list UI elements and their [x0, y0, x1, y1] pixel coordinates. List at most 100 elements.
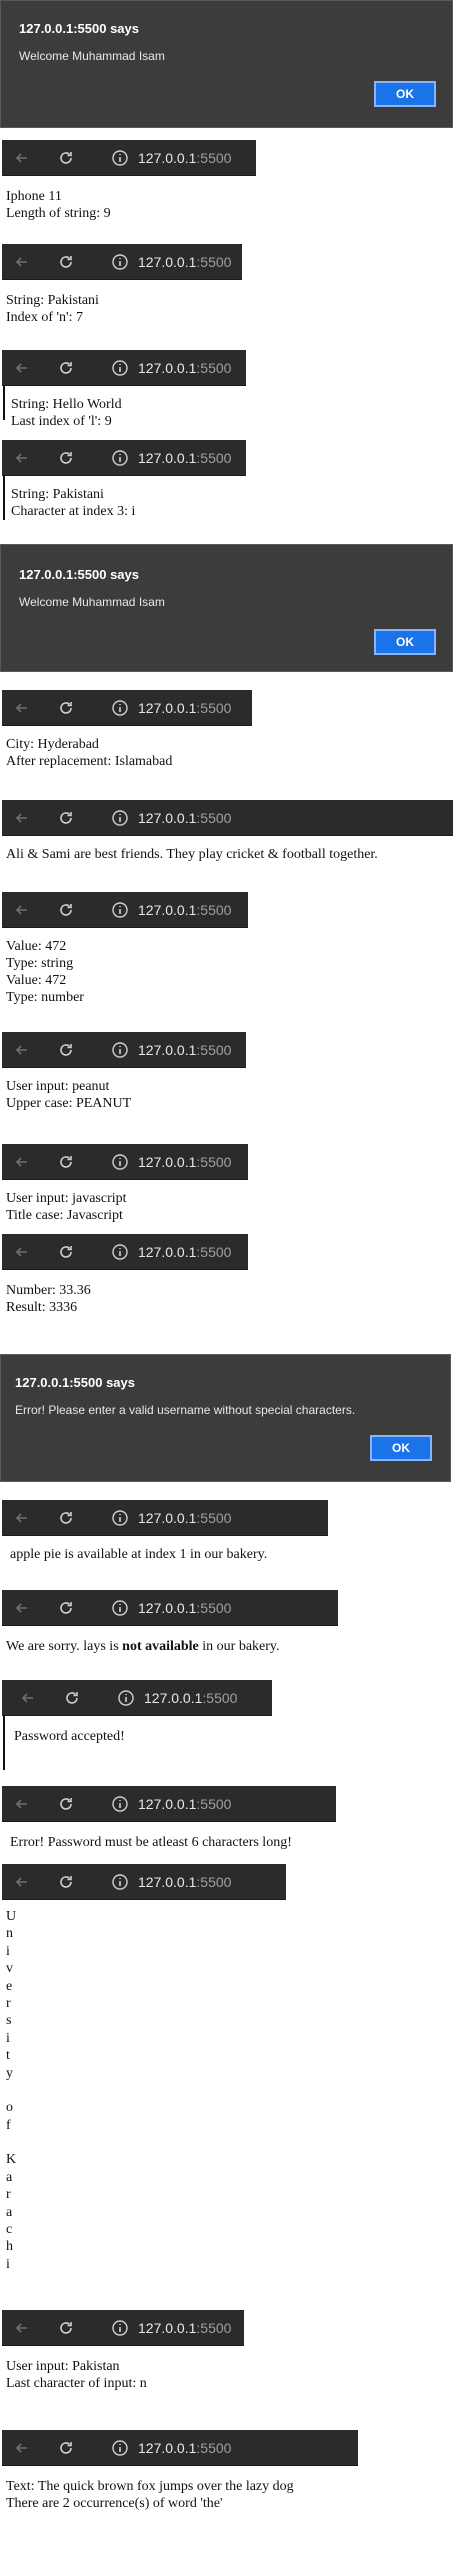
output-line: String: Pakistani [11, 487, 104, 502]
address-bar[interactable]: 127.0.0.1:5500 [138, 810, 231, 826]
address-bar[interactable]: 127.0.0.1:5500 [138, 700, 231, 716]
back-arrow-icon[interactable] [12, 1242, 32, 1262]
address-bar[interactable]: 127.0.0.1:5500 [138, 902, 231, 918]
output-text: We are sorry. lays is not available in o… [6, 1638, 280, 1655]
url-host: 127.0.0.1 [138, 2320, 197, 2336]
address-bar[interactable]: 127.0.0.1:5500 [138, 254, 231, 270]
character: h [6, 2239, 13, 2255]
site-info-icon[interactable] [110, 808, 130, 828]
back-arrow-icon[interactable] [12, 1508, 32, 1528]
site-info-icon[interactable] [110, 148, 130, 168]
address-bar[interactable]: 127.0.0.1:5500 [138, 2440, 231, 2456]
browser-toolbar: 127.0.0.1:5500 [2, 1032, 246, 1068]
back-arrow-icon[interactable] [12, 148, 32, 168]
site-info-icon[interactable] [116, 1688, 136, 1708]
ok-button[interactable]: OK [374, 81, 436, 107]
not-available-emphasis: not available [122, 1639, 199, 1654]
browser-toolbar: 127.0.0.1:5500 [2, 1786, 336, 1822]
reload-icon[interactable] [56, 2318, 76, 2338]
output-text: apple pie is available at index 1 in our… [10, 1546, 267, 1563]
back-arrow-icon[interactable] [12, 698, 32, 718]
reload-icon[interactable] [56, 1794, 76, 1814]
site-info-icon[interactable] [110, 1794, 130, 1814]
back-arrow-icon[interactable] [12, 1598, 32, 1618]
ok-button[interactable]: OK [374, 629, 436, 655]
reload-icon[interactable] [56, 1040, 76, 1060]
reload-icon[interactable] [56, 1242, 76, 1262]
output-line: Character at index 3: i [11, 504, 136, 519]
output-line: User input: javascript [6, 1191, 127, 1206]
site-info-icon[interactable] [110, 1508, 130, 1528]
reload-icon[interactable] [56, 358, 76, 378]
site-info-icon[interactable] [110, 1152, 130, 1172]
address-bar[interactable]: 127.0.0.1:5500 [138, 1874, 231, 1890]
reload-icon[interactable] [56, 900, 76, 920]
reload-icon[interactable] [56, 1152, 76, 1172]
back-arrow-icon[interactable] [12, 358, 32, 378]
url-host: 127.0.0.1 [138, 450, 197, 466]
address-bar[interactable]: 127.0.0.1:5500 [138, 1796, 231, 1812]
character: n [6, 1926, 13, 1942]
back-arrow-icon[interactable] [18, 1688, 38, 1708]
character: i [6, 2256, 10, 2272]
site-info-icon[interactable] [110, 448, 130, 468]
browser-toolbar: 127.0.0.1:5500 [2, 690, 252, 726]
site-info-icon[interactable] [110, 252, 130, 272]
back-arrow-icon[interactable] [12, 1794, 32, 1814]
back-arrow-icon[interactable] [12, 2438, 32, 2458]
back-arrow-icon[interactable] [12, 900, 32, 920]
output-text-part: We are sorry. lays is [6, 1639, 123, 1654]
reload-icon[interactable] [56, 2438, 76, 2458]
site-info-icon[interactable] [110, 2318, 130, 2338]
address-bar[interactable]: 127.0.0.1:5500 [138, 150, 231, 166]
reload-icon[interactable] [56, 448, 76, 468]
address-bar[interactable]: 127.0.0.1:5500 [144, 1690, 237, 1706]
address-bar[interactable]: 127.0.0.1:5500 [138, 1510, 231, 1526]
browser-toolbar: 127.0.0.1:5500 [2, 350, 246, 386]
address-bar[interactable]: 127.0.0.1:5500 [138, 1600, 231, 1616]
ok-button[interactable]: OK [370, 1435, 432, 1461]
reload-icon[interactable] [56, 1508, 76, 1528]
character: a [6, 2169, 13, 2185]
reload-icon[interactable] [56, 252, 76, 272]
reload-icon[interactable] [56, 1598, 76, 1618]
address-bar[interactable]: 127.0.0.1:5500 [138, 360, 231, 376]
site-info-icon[interactable] [110, 1598, 130, 1618]
reload-icon[interactable] [56, 1872, 76, 1892]
reload-icon[interactable] [56, 808, 76, 828]
site-info-icon[interactable] [110, 358, 130, 378]
url-host: 127.0.0.1 [138, 1796, 197, 1812]
character: U [6, 1909, 17, 1924]
character: t [6, 2048, 10, 2064]
character: f [6, 2117, 11, 2133]
url-port: :5500 [196, 2440, 232, 2456]
address-bar[interactable]: 127.0.0.1:5500 [138, 1154, 231, 1170]
site-info-icon[interactable] [110, 2438, 130, 2458]
address-bar[interactable]: 127.0.0.1:5500 [138, 1244, 231, 1260]
output-text: Ali & Sami are best friends. They play c… [6, 846, 378, 863]
url-host: 127.0.0.1 [144, 1690, 203, 1706]
back-arrow-icon[interactable] [12, 808, 32, 828]
url-port: :5500 [196, 1244, 232, 1260]
site-info-icon[interactable] [110, 698, 130, 718]
address-bar[interactable]: 127.0.0.1:5500 [138, 2320, 231, 2336]
reload-icon[interactable] [62, 1688, 82, 1708]
back-arrow-icon[interactable] [12, 252, 32, 272]
output-text: City: Hyderabad After replacement: Islama… [6, 736, 172, 770]
site-info-icon[interactable] [110, 1040, 130, 1060]
back-arrow-icon[interactable] [12, 1872, 32, 1892]
output-line: Type: number [6, 990, 84, 1005]
back-arrow-icon[interactable] [12, 2318, 32, 2338]
back-arrow-icon[interactable] [12, 1152, 32, 1172]
output-line: Iphone 11 [6, 189, 62, 204]
reload-icon[interactable] [56, 698, 76, 718]
site-info-icon[interactable] [110, 1872, 130, 1892]
url-host: 127.0.0.1 [138, 1874, 197, 1890]
reload-icon[interactable] [56, 148, 76, 168]
back-arrow-icon[interactable] [12, 1040, 32, 1060]
back-arrow-icon[interactable] [12, 448, 32, 468]
site-info-icon[interactable] [110, 900, 130, 920]
address-bar[interactable]: 127.0.0.1:5500 [138, 450, 231, 466]
address-bar[interactable]: 127.0.0.1:5500 [138, 1042, 231, 1058]
site-info-icon[interactable] [110, 1242, 130, 1262]
